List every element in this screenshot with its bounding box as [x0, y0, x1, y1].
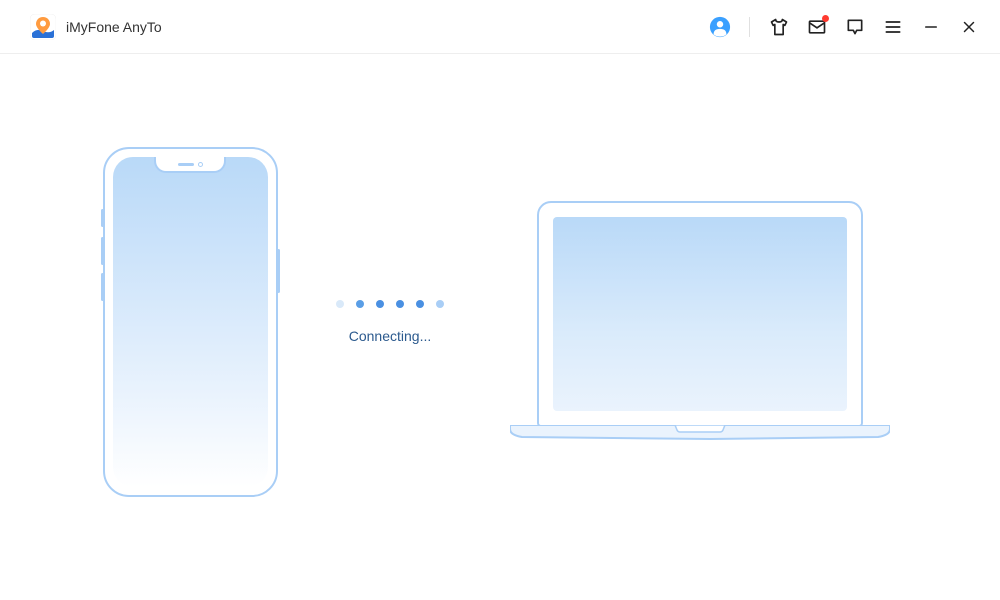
- feedback-icon[interactable]: [844, 16, 866, 38]
- tshirt-icon[interactable]: [768, 16, 790, 38]
- notification-badge: [822, 15, 829, 22]
- titlebar-right: [709, 16, 980, 38]
- laptop-illustration: [500, 201, 900, 443]
- connecting-label: Connecting...: [349, 328, 432, 344]
- divider: [749, 17, 750, 37]
- account-icon[interactable]: [709, 16, 731, 38]
- mail-icon[interactable]: [806, 16, 828, 38]
- titlebar: iMyFone AnyTo: [0, 0, 1000, 54]
- app-logo: [30, 14, 56, 40]
- connection-stage: Connecting...: [0, 142, 1000, 502]
- close-icon[interactable]: [958, 16, 980, 38]
- loading-dots: [336, 300, 444, 308]
- app-title: iMyFone AnyTo: [66, 19, 162, 35]
- connecting-indicator: Connecting...: [320, 300, 460, 344]
- menu-icon[interactable]: [882, 16, 904, 38]
- main-content: Connecting...: [0, 54, 1000, 600]
- phone-illustration: [100, 142, 280, 502]
- minimize-icon[interactable]: [920, 16, 942, 38]
- titlebar-left: iMyFone AnyTo: [30, 14, 162, 40]
